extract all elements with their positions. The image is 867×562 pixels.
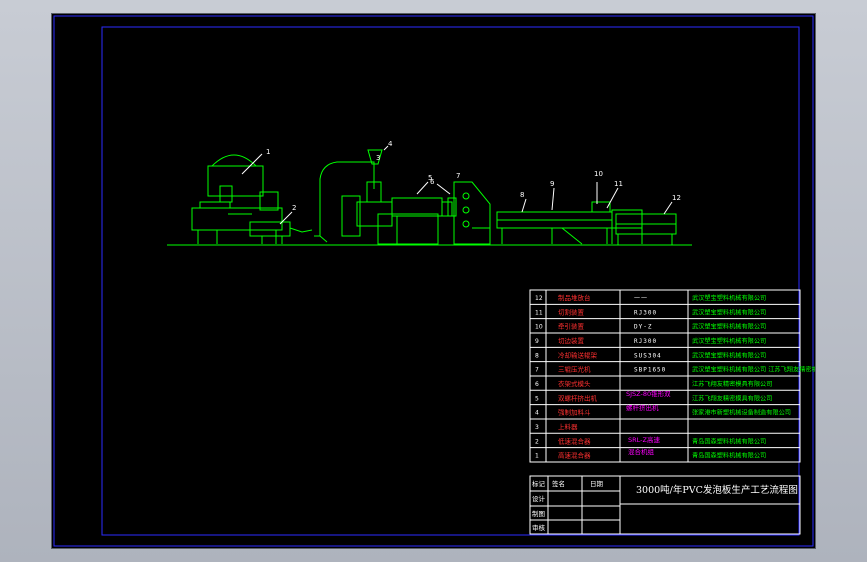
part-number: 6	[535, 381, 539, 388]
part-number: 9	[535, 338, 539, 345]
callout-7: 7	[456, 172, 460, 180]
part-number: 2	[535, 438, 539, 445]
part-name: 制品堆放台	[558, 293, 591, 302]
title-block-header-sign: 签名	[552, 479, 565, 488]
callout-10: 10	[594, 170, 603, 178]
part-maker: 武汉塑宝塑料机械有限公司	[692, 323, 766, 331]
high-speed-mixer	[191, 153, 283, 244]
title-block-review: 审核	[532, 523, 546, 532]
product-stacker	[615, 201, 677, 245]
part-maker: 张家港市新塑机械设备制造有限公司	[692, 409, 791, 417]
part-maker: 青岛国森塑料机械有限公司	[692, 437, 766, 445]
part-maker: 青岛国森塑料机械有限公司	[692, 452, 766, 460]
part-number: 1	[535, 453, 539, 460]
part-number: 5	[535, 395, 539, 402]
extruder-model-line2: 螺杆挤出机	[626, 403, 659, 412]
three-roll-calender	[453, 181, 491, 245]
part-name: 切割装置	[558, 307, 585, 316]
part-name: 上料器	[558, 422, 578, 431]
part-maker: 江苏飞翔友精密模具有限公司	[692, 380, 772, 388]
callout-1: 1	[266, 148, 270, 156]
twin-screw-extruder	[341, 145, 453, 245]
callout-9: 9	[550, 180, 554, 188]
part-maker: 武汉塑宝塑料机械有限公司	[692, 294, 766, 302]
part-maker: 武汉塑宝塑料机械有限公司	[692, 308, 766, 316]
callout-2: 2	[292, 204, 296, 212]
part-number: 8	[535, 352, 539, 359]
part-name: 切边装置	[558, 336, 585, 345]
part-number: 10	[535, 324, 543, 331]
part-maker: 江苏飞翔友精密模具有限公司	[692, 394, 772, 402]
part-model: 一一	[634, 295, 648, 302]
part-name: 强制加料斗	[558, 408, 591, 417]
part-model: RJ300	[634, 338, 657, 345]
part-model: SUS304	[634, 352, 662, 359]
title-block-draft: 制图	[532, 509, 545, 518]
title-block-header-date: 日期	[590, 480, 604, 488]
drawing-title: 3000吨/年PVC发泡板生产工艺流程图	[636, 484, 798, 496]
callout-8: 8	[520, 191, 524, 199]
process-flow-drawing: 1 2 3 4 5 6 7 8 9 10 11 12 12 制品堆放台 一一 武汉塑宝…	[53, 15, 815, 547]
part-maker: 武汉塑宝塑料机械有限公司	[692, 337, 766, 345]
coat-hanger-die	[436, 183, 457, 217]
cooling-mixer	[249, 191, 313, 244]
extruder-model: SJSZ-80锥形双	[626, 389, 671, 398]
callout-12: 12	[672, 194, 681, 202]
cad-viewport[interactable]: 1 2 3 4 5 6 7 8 9 10 11 12 12 制品堆放台 一一 武汉塑宝…	[51, 13, 816, 549]
part-number: 11	[535, 309, 543, 316]
part-name: 双螺杆挤出机	[558, 393, 598, 402]
callout-11: 11	[614, 180, 623, 188]
part-model: SBP1650	[634, 367, 666, 374]
callout-3: 3	[376, 154, 380, 162]
equipment-schematic: 1 2 3 4 5 6 7 8 9 10 11 12	[167, 140, 692, 246]
part-name: 高速混合器	[558, 451, 591, 460]
part-number: 12	[535, 295, 543, 302]
outer-frame	[53, 15, 814, 547]
part-model: DY-Z	[634, 324, 652, 331]
parts-list-table: 12 制品堆放台 一一 武汉塑宝塑料机械有限公司11 切割装置 RJ300 武汉塑宝塑料机械…	[529, 289, 815, 463]
part-name: 衣架式模头	[558, 379, 591, 388]
mixer-model: SRL-Z高速	[628, 435, 660, 444]
title-block-design: 设计	[532, 494, 546, 503]
part-name: 低速混合器	[558, 436, 591, 445]
part-number: 3	[535, 424, 539, 431]
title-block: 标记 签名 日期 设计 制图 审核 3000吨/年PVC发泡板生产工艺流程图	[529, 475, 801, 535]
title-block-header-mark: 标记	[532, 479, 546, 488]
part-maker: 武汉塑宝塑料机械有限公司	[692, 351, 766, 359]
part-model: RJ300	[634, 309, 657, 316]
part-number: 7	[535, 367, 539, 374]
part-maker: 武汉塑宝塑料机械有限公司 江苏飞翔友精密机械有限公司	[692, 366, 815, 374]
part-name: 三辊压光机	[558, 365, 591, 374]
callout-6: 6	[430, 178, 435, 186]
callout-4: 4	[388, 140, 393, 148]
cooling-conveyor	[496, 182, 643, 245]
part-name: 冷却输送辊架	[558, 350, 598, 359]
part-name: 牵引装置	[558, 322, 585, 331]
mixer-model-line2: 混合机组	[628, 447, 655, 456]
part-number: 4	[535, 410, 539, 417]
